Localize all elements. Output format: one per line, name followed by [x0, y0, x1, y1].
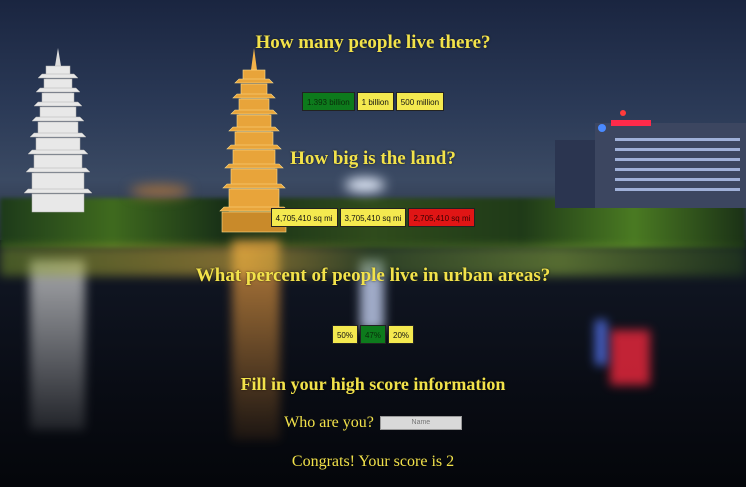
score-message: Congrats! Your score is 2: [291, 453, 455, 470]
city-glow: [345, 178, 385, 192]
highscore-title: Fill in your high score information: [240, 374, 506, 394]
option-button[interactable]: 47%: [359, 325, 386, 344]
option-button[interactable]: 3,705,410 sq mi: [339, 208, 407, 227]
option-button[interactable]: 500 million: [395, 92, 445, 111]
question-title-urban: What percent of people live in urban are…: [195, 265, 551, 286]
question-title-population: How many people live there?: [255, 32, 491, 53]
option-button[interactable]: 1.393 billion: [301, 92, 355, 111]
options-urban: 50% 47% 20%: [0, 325, 746, 344]
name-form: Who are you? Name: [0, 414, 746, 432]
option-button[interactable]: 20%: [388, 325, 415, 344]
options-land: 4,705,410 sq mi 3,705,410 sq mi 2,705,41…: [0, 208, 746, 227]
option-button[interactable]: 50%: [331, 325, 358, 344]
option-button[interactable]: 1 billion: [356, 92, 394, 111]
option-button[interactable]: 4,705,410 sq mi: [270, 208, 338, 227]
option-button[interactable]: 2,705,410 sq mi: [408, 208, 476, 227]
who-label: Who are you?: [284, 414, 374, 431]
options-population: 1.393 billion 1 billion 500 million: [0, 92, 746, 111]
question-title-land: How big is the land?: [290, 148, 456, 169]
city-glow: [130, 185, 190, 197]
white-pagoda: [23, 48, 93, 213]
name-input[interactable]: Name: [379, 416, 462, 431]
golden-pagoda: [219, 48, 289, 233]
